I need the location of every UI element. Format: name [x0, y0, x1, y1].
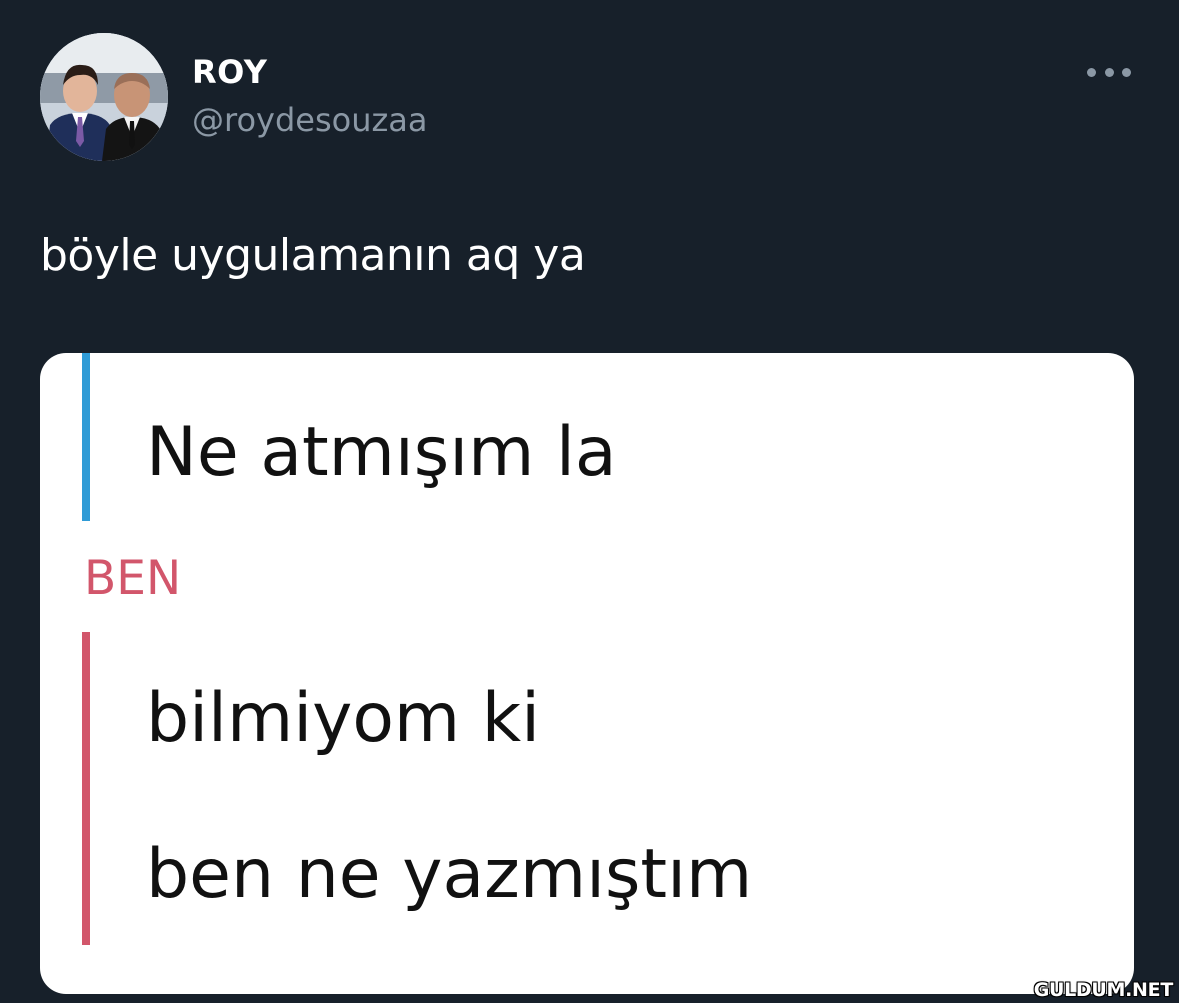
quoted-message: Ne atmışım la — [146, 413, 617, 492]
profile-photo-avatar-icon — [40, 33, 168, 161]
tweet-text: böyle uygulamanın aq ya — [40, 230, 586, 281]
tweet: ROY @roydesouzaa böyle uygulamanın aq ya… — [0, 0, 1179, 1003]
reply-bar — [82, 632, 90, 945]
reply-sender-label: BEN — [84, 551, 182, 606]
dot — [1104, 67, 1114, 77]
dot — [1122, 67, 1131, 77]
reply-line-1: bilmiyom ki — [146, 679, 541, 758]
tweet-media-image[interactable]: Ne atmışım la BEN bilmiyom ki ben ne yaz… — [40, 353, 1134, 994]
dot — [1087, 67, 1096, 77]
watermark: GULDUM.NET — [1033, 979, 1174, 1001]
avatar[interactable] — [40, 33, 168, 161]
author-handle[interactable]: @roydesouzaa — [192, 100, 428, 140]
quote-bar — [82, 353, 90, 521]
author-display-name[interactable]: ROY — [192, 52, 267, 92]
reply-line-2: ben ne yazmıştım — [146, 835, 753, 914]
more-options-icon[interactable] — [1087, 58, 1131, 86]
